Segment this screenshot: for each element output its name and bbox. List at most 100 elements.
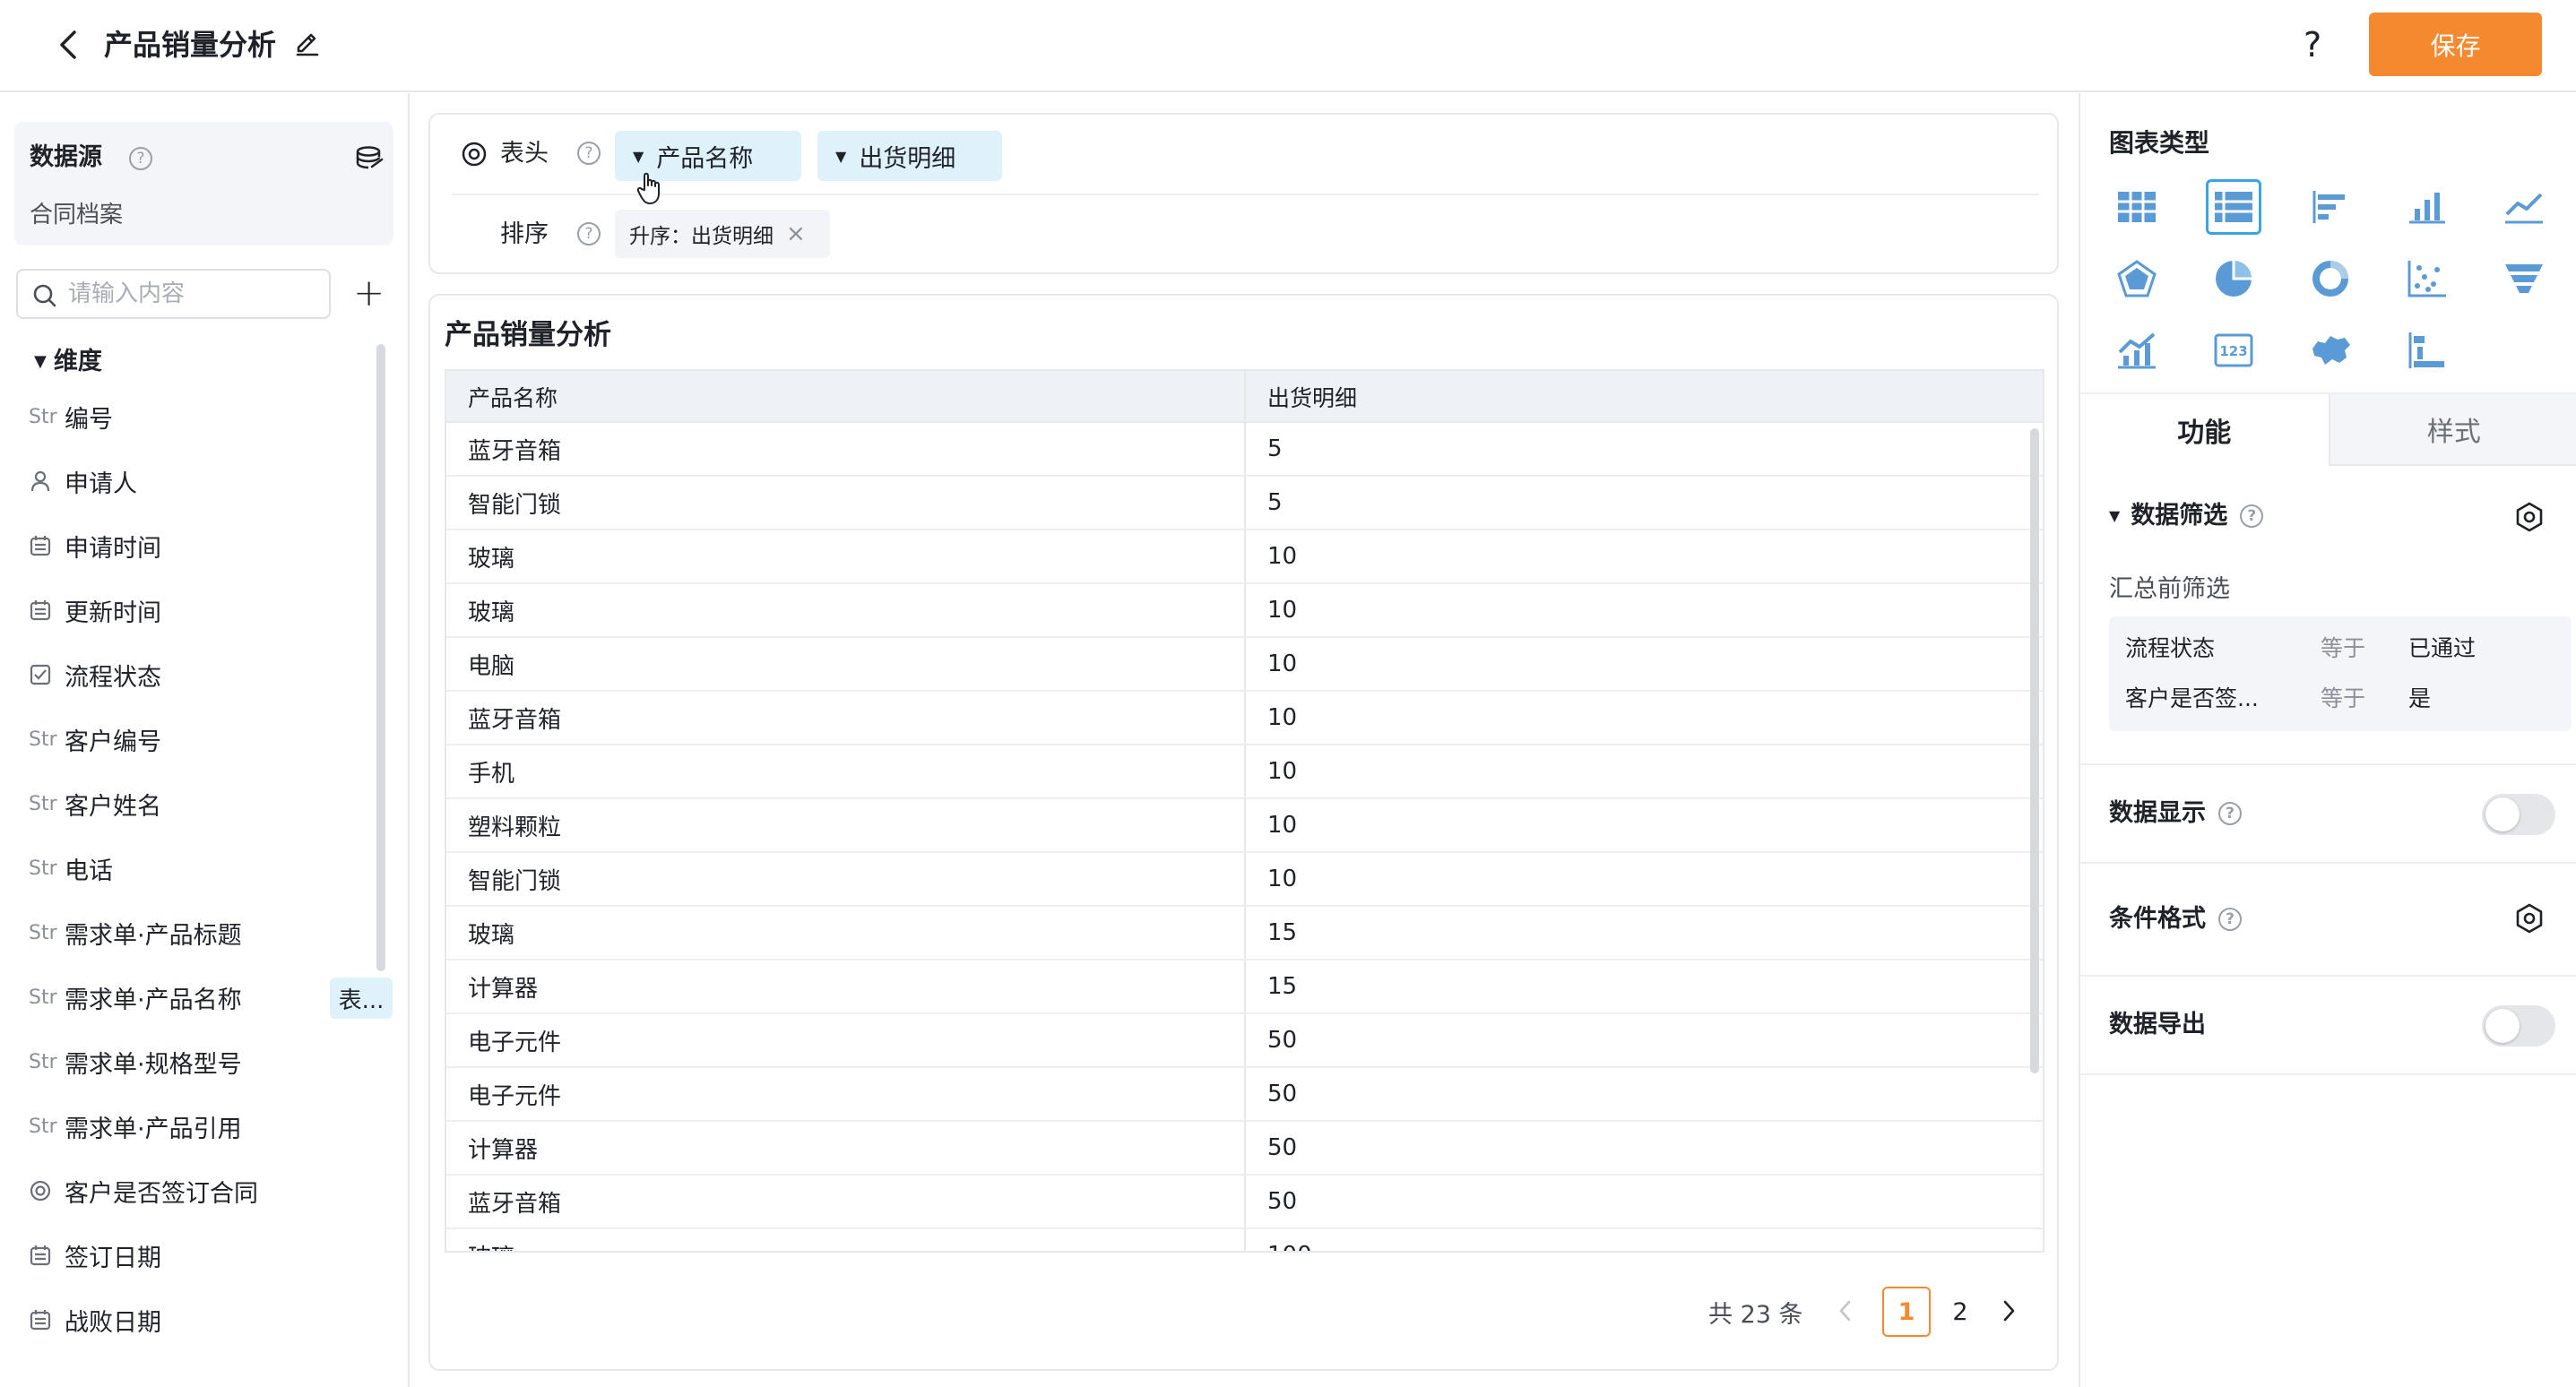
field-item[interactable]: Str 需求单·产品标题 [29, 910, 242, 955]
table-card: 产品销量分析 产品名称 出货明细 蓝牙音箱 5 智能门锁 5 玻璃 10 玻璃 10 电… [428, 294, 2059, 1371]
column-header[interactable]: 出货明细 [1246, 371, 2043, 423]
divider [2080, 763, 2576, 765]
close-icon[interactable]: × [786, 220, 806, 247]
field-label: 签订日期 [65, 1244, 161, 1272]
chart-type-title: 图表类型 [2109, 128, 2210, 158]
field-item[interactable]: Str 客户姓名 [29, 781, 161, 826]
header-chip-shipment-detail[interactable]: ▼ 出货明细 [817, 131, 1002, 181]
field-item[interactable]: 签订日期 [29, 1233, 161, 1278]
detail-table-icon[interactable] [2206, 179, 2261, 235]
help-icon[interactable]: ? [129, 147, 152, 170]
filter-value: 是 [2408, 685, 2432, 711]
field-item[interactable]: 流程状态 [29, 652, 161, 697]
field-item[interactable]: Str 需求单·产品名称 表... [29, 975, 393, 1020]
table-chart-icon[interactable] [2109, 179, 2165, 235]
table-cell: 15 [1267, 973, 1298, 1000]
next-page-button[interactable] [2001, 1297, 2017, 1328]
help-icon[interactable]: ? [2218, 908, 2242, 931]
field-item[interactable]: 申请人 [29, 459, 137, 504]
string-type-icon: Str [29, 792, 57, 815]
table-cell: 10 [1267, 866, 1298, 892]
field-label: 客户姓名 [65, 792, 161, 821]
sort-chip[interactable]: 升序：出货明细 × [615, 210, 830, 258]
field-label: 需求单·产品标题 [65, 921, 242, 950]
field-item[interactable]: Str 需求单·规格型号 [29, 1039, 242, 1084]
gantt-chart-icon[interactable] [2399, 323, 2455, 378]
field-item[interactable]: Str 编号 [29, 394, 113, 439]
database-icon[interactable] [354, 145, 385, 176]
field-label: 客户是否签订合同 [65, 1179, 258, 1208]
table-cell: 10 [1267, 650, 1298, 677]
line-chart-icon[interactable] [2496, 179, 2552, 235]
help-icon[interactable]: ? [2218, 802, 2242, 825]
table-row: 电脑 10 [446, 638, 2043, 692]
table-cell: 10 [1267, 704, 1298, 731]
data-display-toggle[interactable] [2482, 794, 2555, 835]
chip-label: 产品名称 [656, 144, 754, 173]
column-chart-icon[interactable] [2399, 179, 2455, 235]
column-header[interactable]: 产品名称 [446, 371, 1246, 423]
divider [2080, 1073, 2576, 1075]
help-icon[interactable]: ? [577, 142, 601, 165]
filter-condition-list[interactable]: 流程状态 等于 已通过 客户是否签... 等于是 [2109, 616, 2572, 731]
help-icon[interactable]: ? [577, 222, 601, 246]
caret-down-icon[interactable]: ▼ [835, 148, 846, 165]
field-item[interactable]: 战败日期 [29, 1297, 161, 1342]
field-label: 客户编号 [65, 728, 161, 756]
settings-icon[interactable] [2514, 903, 2545, 937]
help-button[interactable]: ? [2304, 22, 2321, 68]
dimension-section-header[interactable]: ▼ 维度 [34, 344, 102, 380]
number-card-icon[interactable]: 123 [2206, 323, 2261, 378]
data-table: 产品名称 出货明细 蓝牙音箱 5 智能门锁 5 玻璃 10 玻璃 10 电脑 10 蓝牙音… [445, 369, 2044, 1253]
horizontal-bar-icon[interactable] [2303, 179, 2358, 235]
field-list-scrollbar[interactable] [376, 344, 385, 971]
field-item[interactable]: Str 需求单·产品引用 [29, 1104, 242, 1149]
caret-down-icon[interactable]: ▼ [633, 148, 644, 165]
table-row: 智能门锁 5 [446, 477, 2043, 530]
table-row: 智能门锁 10 [446, 853, 2043, 907]
data-export-toggle[interactable] [2482, 1005, 2555, 1047]
data-filter-section-header[interactable]: ▼ 数据筛选? [2109, 498, 2264, 534]
combo-chart-icon[interactable] [2109, 323, 2165, 378]
filter-field: 流程状态 [2125, 635, 2216, 661]
scatter-chart-icon[interactable] [2399, 251, 2455, 306]
table-cell: 50 [1267, 1134, 1298, 1161]
header-label: 表头 [500, 140, 549, 168]
calendar-icon [29, 599, 65, 622]
back-icon[interactable] [50, 23, 86, 66]
search-input[interactable] [68, 278, 319, 310]
page-button-1[interactable]: 1 [1882, 1287, 1931, 1337]
settings-icon[interactable] [2514, 502, 2545, 536]
table-row: 蓝牙音箱 10 [446, 692, 2043, 745]
prev-page-button[interactable] [1837, 1297, 1854, 1328]
add-field-button[interactable]: + [353, 271, 385, 315]
field-item[interactable]: 更新时间 [29, 588, 161, 633]
donut-chart-icon[interactable] [2303, 251, 2358, 306]
table-cell: 电子元件 [446, 1014, 1246, 1066]
field-label: 流程状态 [65, 663, 161, 692]
save-button[interactable]: 保存 [2369, 13, 2542, 76]
field-item[interactable]: Str 客户编号 [29, 717, 161, 762]
top-bar: 产品销量分析 ? 保存 [0, 0, 2576, 92]
tab-function[interactable]: 功能 [2080, 394, 2329, 466]
table-row: 蓝牙音箱 50 [446, 1176, 2043, 1229]
table-row: 玻璃100 [446, 1229, 2043, 1251]
radar-chart-icon[interactable] [2109, 251, 2165, 306]
table-cell: 10 [1267, 543, 1298, 570]
field-item[interactable]: 客户是否签订合同 [29, 1168, 258, 1213]
string-type-icon: Str [29, 728, 57, 751]
pie-chart-icon[interactable] [2206, 251, 2261, 306]
tab-style[interactable]: 样式 [2328, 394, 2576, 466]
help-icon[interactable]: ? [2240, 504, 2264, 528]
target-icon [461, 141, 488, 171]
page-button-2[interactable]: 2 [1936, 1287, 1984, 1337]
table-scrollbar[interactable] [2030, 428, 2039, 1073]
field-item[interactable]: 申请时间 [29, 523, 161, 568]
data-export-title: 数据导出 [2109, 1011, 2206, 1038]
funnel-chart-icon[interactable] [2496, 251, 2552, 306]
field-item[interactable]: Str 电话 [29, 846, 113, 891]
map-chart-icon[interactable] [2303, 323, 2358, 378]
edit-icon[interactable] [292, 29, 323, 59]
string-type-icon: Str [29, 405, 57, 428]
table-cell: 10 [1267, 597, 1298, 624]
